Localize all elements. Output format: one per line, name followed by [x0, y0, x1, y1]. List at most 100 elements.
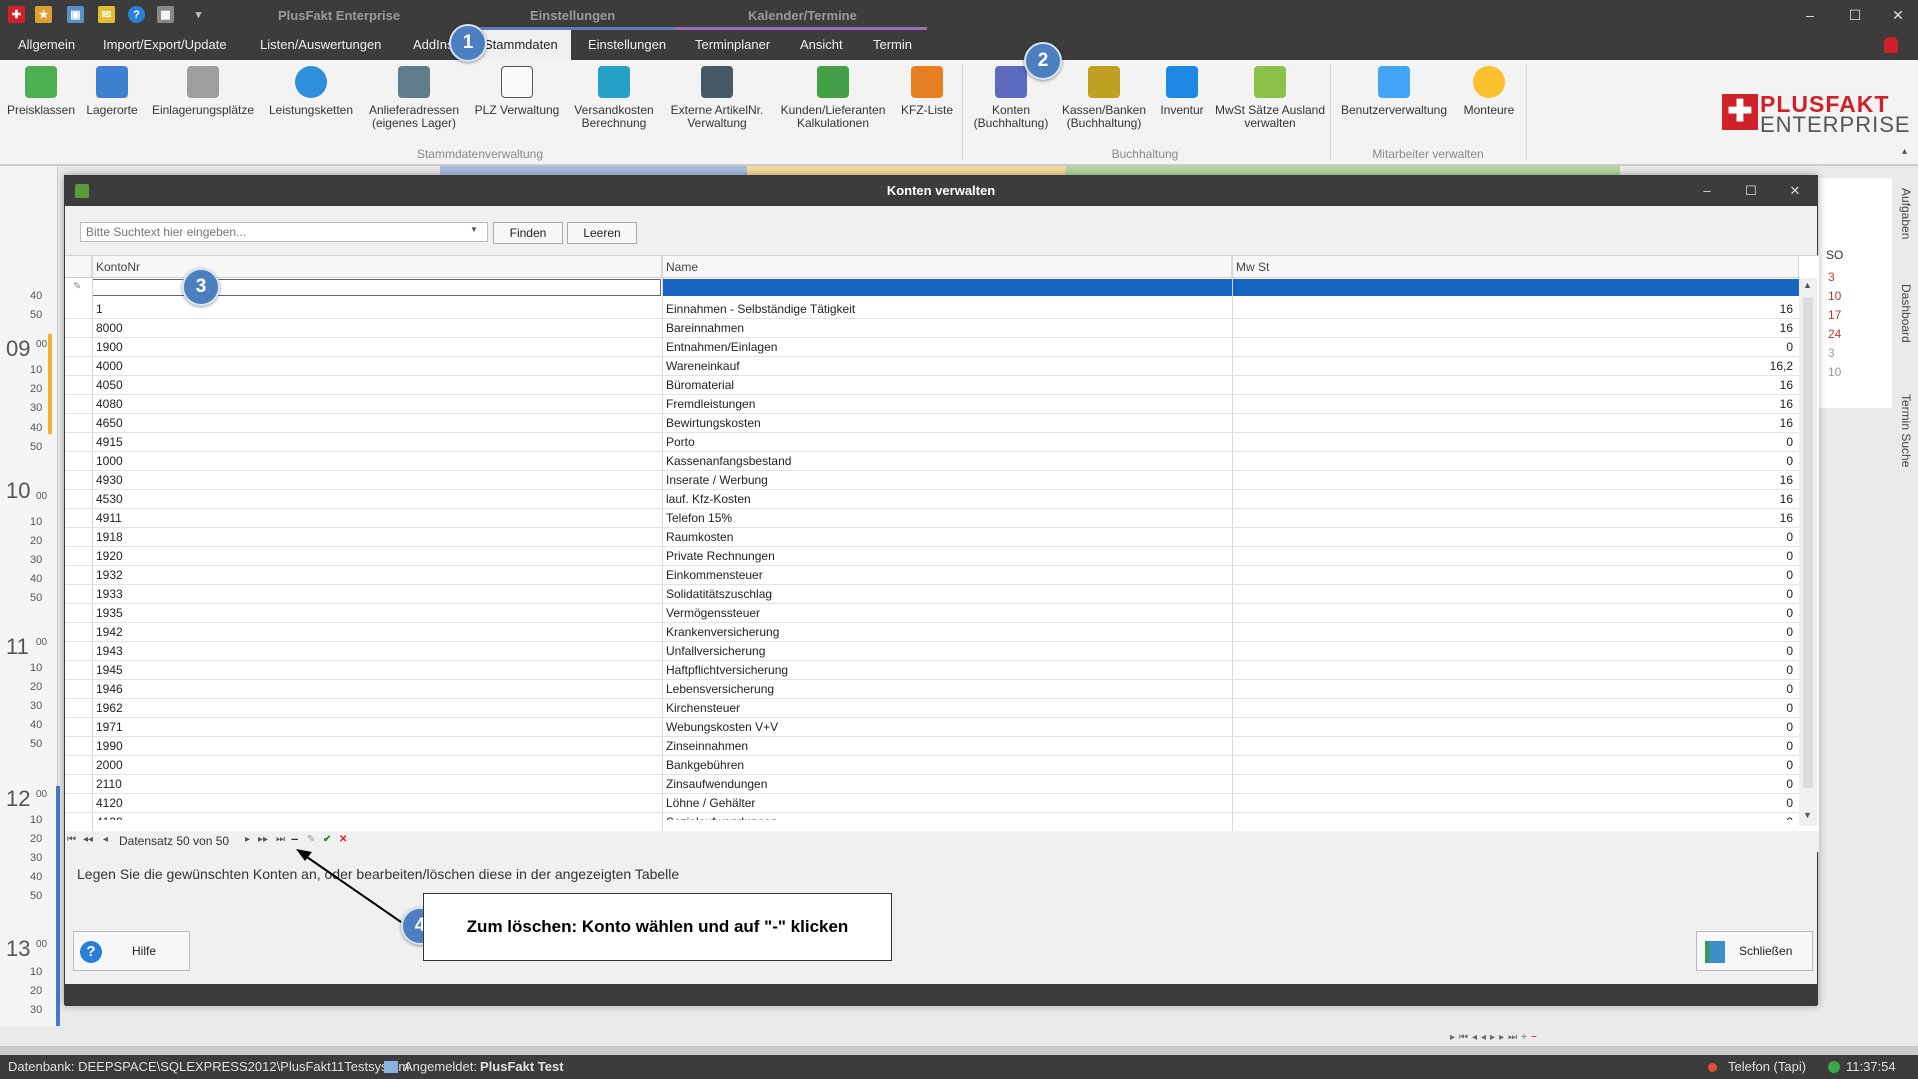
mini-cal-day[interactable]: 3	[1828, 346, 1835, 360]
cell-mwst[interactable]: 0	[1232, 718, 1799, 737]
ribbon-preisklassen[interactable]: Preisklassen	[4, 66, 78, 117]
maximize-button[interactable]: ☐	[1835, 4, 1875, 26]
cell-mwst[interactable]: 0	[1232, 604, 1799, 623]
scroll-thumb[interactable]	[1803, 298, 1813, 788]
cell-mwst[interactable]: 0	[1232, 756, 1799, 775]
cell-name[interactable]: Einkommensteuer	[662, 566, 1232, 585]
cell-mwst[interactable]: 0	[1232, 338, 1799, 357]
ribbon-kassen-banken[interactable]: Kassen/Banken (Buchhaltung)	[1058, 66, 1150, 130]
edit-record-icon[interactable]: ✎	[307, 834, 315, 845]
ribbon-collapse-icon[interactable]: ▴	[1902, 146, 1907, 157]
minimize-button[interactable]: –	[1790, 4, 1830, 26]
ribbon-externe-artikelnr[interactable]: Externe ArtikelNr. Verwaltung	[664, 66, 770, 130]
cell-name[interactable]: Sozialaufwendungen	[662, 813, 1232, 820]
ribbon-benutzerverwaltung[interactable]: Benutzerverwaltung	[1334, 66, 1454, 117]
calendar-icon[interactable]: ▦	[157, 6, 174, 23]
table-row[interactable]: 1945 Haftpflichtversicherung 0	[65, 661, 1799, 680]
cell-mwst[interactable]: 16	[1232, 471, 1799, 490]
cell-name[interactable]: Büromaterial	[662, 376, 1232, 395]
cell-kontonr[interactable]: 2000	[92, 756, 662, 775]
chevron-down-icon[interactable]: ▼	[470, 225, 478, 234]
cell-mwst[interactable]: 0	[1232, 680, 1799, 699]
mini-cal-day[interactable]: 3	[1828, 270, 1835, 284]
search-input[interactable]	[80, 222, 488, 242]
cell-name[interactable]: Wareneinkauf	[662, 357, 1232, 376]
scroll-down-icon[interactable]: ▼	[1803, 810, 1812, 820]
table-row[interactable]: 1935 Vermögenssteuer 0	[65, 604, 1799, 623]
cell-name[interactable]: Lebensversicherung	[662, 680, 1232, 699]
cell-name[interactable]: Solidatitätszuschlag	[662, 585, 1232, 604]
dialog-maximize-button[interactable]: ☐	[1729, 176, 1773, 206]
cell-kontonr[interactable]: 4530	[92, 490, 662, 509]
table-row[interactable]: 1900 Entnahmen/Einlagen 0	[65, 338, 1799, 357]
scroll-up-icon[interactable]: ▲	[1803, 280, 1812, 290]
prev-page-icon[interactable]: ◂◂	[83, 834, 93, 845]
customize-dropdown-icon[interactable]: ▾	[190, 6, 207, 23]
cell-kontonr[interactable]: 4650	[92, 414, 662, 433]
cell-mwst[interactable]: 0	[1232, 699, 1799, 718]
cell-name[interactable]: Kassenanfangsbestand	[662, 452, 1232, 471]
delete-record-icon[interactable]: –	[291, 831, 298, 846]
ribbon-anlieferadressen[interactable]: Anlieferadressen (eigenes Lager)	[364, 66, 464, 130]
table-row[interactable]: 1962 Kirchensteuer 0	[65, 699, 1799, 718]
first-record-icon[interactable]: ⏮	[67, 834, 76, 845]
side-tab-aufgaben[interactable]: Aufgaben	[1899, 188, 1913, 239]
cell-name[interactable]: Private Rechnungen	[662, 547, 1232, 566]
clear-button[interactable]: Leeren	[567, 222, 637, 244]
selected-filter-cells[interactable]	[662, 279, 1799, 296]
cell-name[interactable]: Fremdleistungen	[662, 395, 1232, 414]
cell-mwst[interactable]: 0	[1232, 737, 1799, 756]
side-tab-dashboard[interactable]: Dashboard	[1899, 284, 1913, 343]
cell-kontonr[interactable]: 4915	[92, 433, 662, 452]
table-row[interactable]: 4530 lauf. Kfz-Kosten 16	[65, 490, 1799, 509]
cell-kontonr[interactable]: 4080	[92, 395, 662, 414]
cell-name[interactable]: Webungskosten V+V	[662, 718, 1232, 737]
table-row[interactable]: 4000 Wareneinkauf 16,2	[65, 357, 1799, 376]
table-row[interactable]: 4930 Inserate / Werbung 16	[65, 471, 1799, 490]
column-header-mwst[interactable]: Mw St	[1232, 256, 1799, 278]
cell-name[interactable]: lauf. Kfz-Kosten	[662, 490, 1232, 509]
cell-kontonr[interactable]: 1990	[92, 737, 662, 756]
ribbon-plz-verwaltung[interactable]: PLZ Verwaltung	[470, 66, 564, 117]
column-header-name[interactable]: Name	[662, 256, 1232, 278]
ribbon-monteure[interactable]: Monteure	[1458, 66, 1520, 117]
table-row[interactable]: 1933 Solidatitätszuschlag 0	[65, 585, 1799, 604]
dialog-close-button[interactable]: ✕	[1773, 176, 1817, 206]
table-row[interactable]: 4120 Löhne / Gehälter 0	[65, 794, 1799, 813]
cell-kontonr[interactable]: 2110	[92, 775, 662, 794]
cell-mwst[interactable]: 16	[1232, 319, 1799, 338]
vertical-scrollbar[interactable]: ▲ ▼	[1799, 278, 1817, 826]
close-window-button[interactable]: ✕	[1878, 4, 1918, 26]
phone-status[interactable]: Telefon (Tapi)	[1728, 1055, 1806, 1079]
cell-name[interactable]: Bankgebühren	[662, 756, 1232, 775]
cell-mwst[interactable]: 0	[1232, 775, 1799, 794]
cell-name[interactable]: Raumkosten	[662, 528, 1232, 547]
table-row[interactable]: 4080 Fremdleistungen 16	[65, 395, 1799, 414]
tab-termin[interactable]: Termin	[863, 30, 922, 60]
cell-kontonr[interactable]: 1945	[92, 661, 662, 680]
cell-name[interactable]: Haftpflichtversicherung	[662, 661, 1232, 680]
calendar-bottom-nav[interactable]: ▸⏮◂◂▸▸⏭+−	[1450, 1032, 1541, 1043]
table-row[interactable]: 4915 Porto 0	[65, 433, 1799, 452]
cell-kontonr[interactable]: 1971	[92, 718, 662, 737]
cell-kontonr[interactable]: 1935	[92, 604, 662, 623]
cell-name[interactable]: Kirchensteuer	[662, 699, 1232, 718]
tab-ansicht[interactable]: Ansicht	[790, 30, 853, 60]
cell-name[interactable]: Bareinnahmen	[662, 319, 1232, 338]
cell-mwst[interactable]: 0	[1232, 566, 1799, 585]
cell-kontonr[interactable]: 1946	[92, 680, 662, 699]
cell-mwst[interactable]: 0	[1232, 433, 1799, 452]
cell-kontonr[interactable]: 1900	[92, 338, 662, 357]
ribbon-versandkosten[interactable]: Versandkosten Berechnung	[568, 66, 660, 130]
side-tab-termin-suche[interactable]: Termin Suche	[1899, 394, 1913, 467]
cell-mwst[interactable]: 16	[1232, 509, 1799, 528]
ribbon-lagerorte[interactable]: Lagerorte	[80, 66, 144, 117]
find-button[interactable]: Finden	[493, 222, 563, 244]
cell-mwst[interactable]: 16	[1232, 300, 1799, 319]
quick-access-image-icon[interactable]: ▣	[67, 6, 84, 23]
table-row[interactable]: 2110 Zinsaufwendungen 0	[65, 775, 1799, 794]
cell-kontonr[interactable]: 1932	[92, 566, 662, 585]
cell-kontonr[interactable]: 1920	[92, 547, 662, 566]
table-row[interactable]: 2000 Bankgebühren 0	[65, 756, 1799, 775]
ribbon-leistungsketten[interactable]: Leistungsketten	[262, 66, 360, 117]
